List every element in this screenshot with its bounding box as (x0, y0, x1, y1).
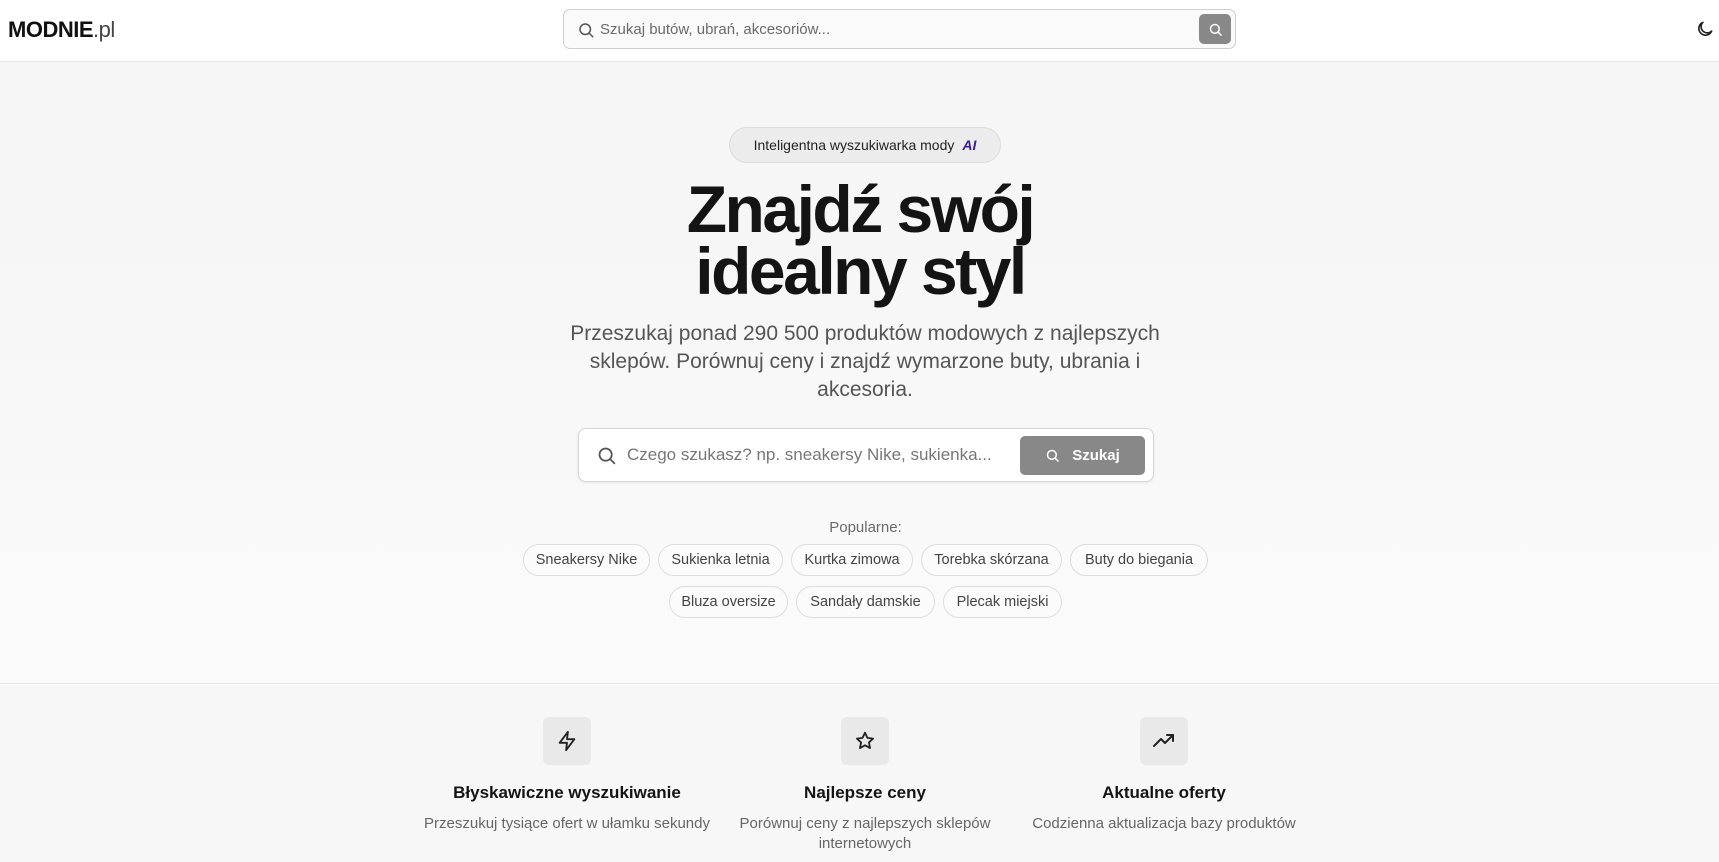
features-section: Błyskawiczne wyszukiwanie Przeszukuj tys… (0, 685, 1719, 862)
main-search-button[interactable]: Szukaj (1020, 436, 1145, 475)
popular-chip-bluza-oversize[interactable]: Bluza oversize (669, 586, 788, 618)
feature-icon-box (841, 717, 889, 765)
popular-chip-sukienka-letnia[interactable]: Sukienka letnia (658, 544, 783, 576)
lightning-icon (558, 730, 576, 752)
feature-title: Aktualne oferty (1102, 783, 1226, 802)
ai-badge-label: AI (962, 137, 977, 153)
site-header: MODNIE.pl (0, 0, 1719, 62)
moon-icon[interactable] (1695, 19, 1715, 39)
popular-chip-kurtka-zimowa[interactable]: Kurtka zimowa (791, 544, 913, 576)
logo[interactable]: MODNIE.pl (8, 17, 115, 43)
hero-title-line2: idealny styl (695, 234, 1027, 308)
ai-badge-text: Inteligentna wyszukiwarka mody (753, 137, 955, 153)
logo-tld: .pl (93, 17, 115, 42)
ai-badge: Inteligentna wyszukiwarka mody AI (729, 127, 1001, 163)
main-search-input[interactable] (627, 441, 997, 469)
logo-brand: MODNIE (8, 17, 94, 42)
popular-chip-buty-do-biegania[interactable]: Buty do biegania (1070, 544, 1208, 576)
popular-chip-sandaly-damskie[interactable]: Sandały damskie (796, 586, 935, 618)
main-search-button-label: Szukaj (1072, 447, 1120, 464)
popular-chip-sneakersy-nike[interactable]: Sneakersy Nike (523, 544, 650, 576)
header-search-button[interactable] (1199, 14, 1231, 44)
popular-label: Popularne: (829, 519, 902, 536)
hero-section: Inteligentna wyszukiwarka mody AI Znajdź… (0, 62, 1719, 684)
search-icon (598, 447, 616, 465)
search-icon (1046, 449, 1060, 462)
feature-icon-box (1140, 717, 1188, 765)
feature-title: Najlepsze ceny (804, 783, 926, 802)
feature-description: Porównuj ceny z najlepszych sklepów inte… (739, 815, 991, 852)
feature-icon-box (543, 717, 591, 765)
search-icon (1209, 23, 1222, 36)
trending-up-icon (1153, 734, 1174, 747)
feature-description: Przeszukuj tysiące ofert w ułamku sekund… (424, 815, 710, 832)
header-search-bar (563, 9, 1236, 49)
star-icon (856, 731, 874, 749)
hero-title: Znajdź swój idealny styl (560, 176, 1160, 304)
hero-subtitle: Przeszukaj ponad 290 500 produktów modow… (570, 322, 1160, 401)
main-search-bar: Szukaj (578, 428, 1154, 482)
feature-description: Codzienna aktualizacja bazy produktów (1032, 815, 1296, 832)
popular-chip-plecak-miejski[interactable]: Plecak miejski (943, 586, 1062, 618)
feature-title: Błyskawiczne wyszukiwanie (453, 783, 681, 802)
header-search-input[interactable] (600, 16, 1160, 42)
popular-chip-torebka-skorzana[interactable]: Torebka skórzana (921, 544, 1062, 576)
search-icon (579, 23, 594, 38)
